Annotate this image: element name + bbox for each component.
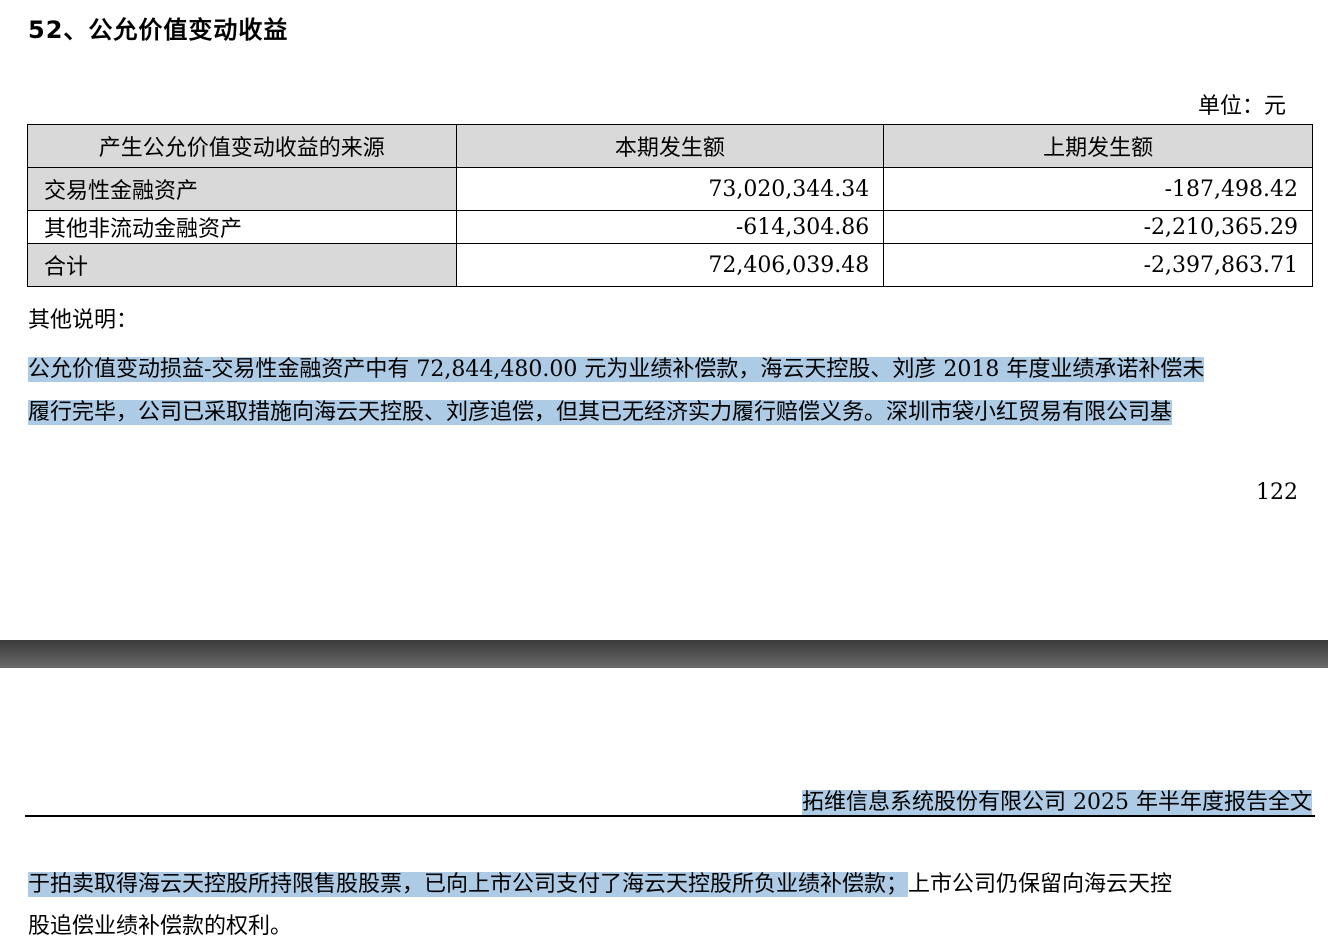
explanation-line-2[interactable]: 履行完毕，公司已采取措施向海云天控股、刘彦追偿，但其已无经济实力履行赔偿义务。深… bbox=[28, 394, 1173, 426]
report-header[interactable]: 拓维信息系统股份有限公司 2025 年半年度报告全文 bbox=[802, 784, 1312, 816]
explanation-line-1[interactable]: 公允价值变动损益-交易性金融资产中有 72,844,480.00 元为业绩补偿款… bbox=[28, 351, 1205, 383]
column-header-source: 产生公允价值变动收益的来源 bbox=[27, 124, 457, 168]
row-previous-amount: -2,210,365.29 bbox=[883, 210, 1313, 244]
unselected-text[interactable]: 上市公司仍保留向海云天控 bbox=[908, 872, 1172, 897]
table-row-total: 合计 72,406,039.48 -2,397,863.71 bbox=[27, 243, 1313, 287]
header-rule bbox=[25, 815, 1315, 817]
row-source: 其他非流动金融资产 bbox=[27, 210, 457, 244]
table-row: 交易性金融资产 73,020,344.34 -187,498.42 bbox=[27, 167, 1313, 211]
selected-text[interactable]: 履行完毕，公司已采取措施向海云天控股、刘彦追偿，但其已无经济实力履行赔偿义务。深… bbox=[28, 400, 1173, 425]
row-current-amount: 73,020,344.34 bbox=[455, 167, 885, 211]
row-current-amount: -614,304.86 bbox=[455, 210, 885, 244]
row-previous-amount: -2,397,863.71 bbox=[883, 243, 1313, 287]
page-number: 122 bbox=[1256, 480, 1298, 505]
selected-text[interactable]: 公允价值变动损益-交易性金融资产中有 72,844,480.00 元为业绩补偿款… bbox=[28, 357, 1205, 382]
unit-label: 单位：元 bbox=[1197, 94, 1286, 119]
row-source: 交易性金融资产 bbox=[27, 167, 457, 211]
fair-value-table: 产生公允价值变动收益的来源 本期发生额 上期发生额 交易性金融资产 73,020… bbox=[27, 124, 1313, 287]
continuation-line-1[interactable]: 于拍卖取得海云天控股所持限售股股票，已向上市公司支付了海云天控股所负业绩补偿款；… bbox=[28, 866, 1172, 898]
table-row: 其他非流动金融资产 -614,304.86 -2,210,365.29 bbox=[27, 210, 1313, 244]
page-break-divider bbox=[0, 640, 1328, 668]
other-notes-label: 其他说明： bbox=[28, 308, 139, 333]
column-header-current: 本期发生额 bbox=[455, 124, 885, 168]
row-current-amount: 72,406,039.48 bbox=[455, 243, 885, 287]
row-previous-amount: -187,498.42 bbox=[883, 167, 1313, 211]
table-header-row: 产生公允价值变动收益的来源 本期发生额 上期发生额 bbox=[27, 124, 1313, 168]
selected-text[interactable]: 于拍卖取得海云天控股所持限售股股票，已向上市公司支付了海云天控股所负业绩补偿款； bbox=[28, 872, 909, 897]
continuation-line-2[interactable]: 股追偿业绩补偿款的权利。 bbox=[28, 908, 292, 940]
section-title: 52、公允价值变动收益 bbox=[28, 16, 289, 44]
selected-text[interactable]: 拓维信息系统股份有限公司 2025 年半年度报告全文 bbox=[802, 790, 1312, 815]
row-source: 合计 bbox=[27, 243, 457, 287]
column-header-previous: 上期发生额 bbox=[883, 124, 1313, 168]
